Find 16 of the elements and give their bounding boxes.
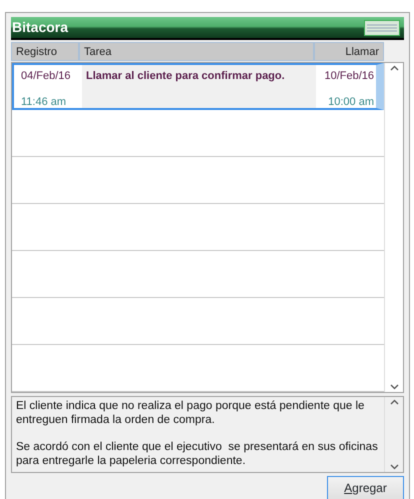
table-row[interactable]: 04/Feb/16 11:46 am Llamar al cliente para confirmar pago. 10/Feb/16 10:00 am: [12, 63, 384, 110]
column-header[interactable]: Llamar: [314, 42, 384, 61]
scroll-up-icon[interactable]: [390, 65, 398, 71]
notes-text: El cliente indica que no realiza el pago porque está pendiente que le entreguen firmada la orden de compra. Se acordó con el cliente que el ejecutivo se presentará en sus oficinas para entregarle la papeleria correspondiente.: [15, 399, 379, 470]
date-text: 04/Feb/16: [21, 69, 72, 84]
window-title: Bitacora: [12, 18, 68, 37]
column-header[interactable]: Tarea: [79, 42, 314, 61]
time-text: 11:46 am: [21, 94, 68, 110]
task-cell: Llamar al cliente para confirmar pago.: [82, 65, 316, 108]
column-header[interactable]: Registro: [11, 42, 79, 61]
time-text: 10:00 am: [327, 94, 374, 110]
scroll-up-icon[interactable]: [390, 399, 398, 405]
date-text: 10/Feb/16: [323, 69, 374, 84]
scroll-down-icon[interactable]: [390, 384, 398, 390]
scroll-down-icon[interactable]: [390, 464, 398, 470]
add-button[interactable]: Agregar: [327, 476, 404, 499]
